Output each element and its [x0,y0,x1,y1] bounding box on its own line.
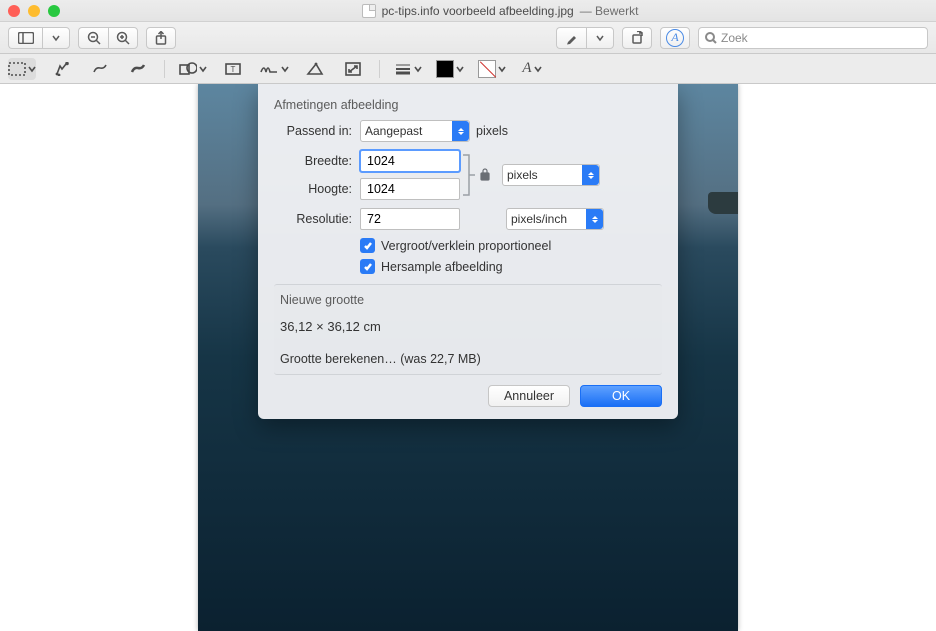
shapes-button[interactable] [179,58,207,80]
scale-proportionally-checkbox[interactable]: Vergroot/verklein proportioneel [360,238,662,253]
sidebar-dropdown-button[interactable] [42,27,70,49]
instant-alpha-button[interactable] [50,58,74,80]
minimize-window-button[interactable] [28,5,40,17]
resize-dialog: Afmetingen afbeelding Passend in: Aangep… [258,84,678,419]
resample-label: Hersample afbeelding [381,260,503,274]
dimension-unit-select[interactable]: pixels [502,164,600,186]
window-title-status: — Bewerkt [580,4,639,18]
adjust-size-button[interactable] [341,58,365,80]
fit-into-select[interactable]: Aangepast [360,120,470,142]
resolution-label: Resolutie: [282,212,352,226]
resolution-unit-select[interactable]: pixels/inch [506,208,604,230]
image-content[interactable]: Afmetingen afbeelding Passend in: Aangep… [198,84,738,631]
border-color-button[interactable] [436,58,464,80]
sign-button[interactable] [259,58,289,80]
new-size-label: Nieuwe grootte [280,293,656,307]
width-label: Breedte: [282,154,352,168]
main-toolbar: A Zoek [0,22,936,54]
window-title-filename: pc-tips.info voorbeeld afbeelding.jpg [382,4,574,18]
zoom-out-button[interactable] [78,27,108,49]
search-icon [705,32,717,44]
lock-icon [478,167,494,183]
line-style-button[interactable] [394,58,422,80]
sketch-tool-button[interactable] [88,58,112,80]
dimensions-section-label: Afmetingen afbeelding [274,98,662,112]
height-input[interactable] [360,178,460,200]
search-field[interactable]: Zoek [698,27,928,49]
highlight-button[interactable] [556,27,586,49]
text-style-button[interactable]: A [520,58,544,80]
search-placeholder: Zoek [721,31,748,45]
fill-color-button[interactable] [478,58,506,80]
sidebar-toggle-button[interactable] [8,27,42,49]
zoom-in-button[interactable] [108,27,138,49]
ok-button[interactable]: OK [580,385,662,407]
dimension-link-bracket [460,150,478,200]
text-tool-button[interactable]: T [221,58,245,80]
new-size-section: Nieuwe grootte 36,12 × 36,12 cm Grootte … [274,284,662,375]
height-label: Hoogte: [282,182,352,196]
scale-proportionally-label: Vergroot/verklein proportioneel [381,239,551,253]
image-canvas: Afmetingen afbeelding Passend in: Aangep… [0,84,936,631]
adjust-color-button[interactable] [303,58,327,80]
cancel-button[interactable]: Annuleer [488,385,570,407]
share-button[interactable] [146,27,176,49]
close-window-button[interactable] [8,5,20,17]
markup-icon: A [666,29,684,47]
markup-toolbar: T A [0,54,936,84]
file-icon [362,4,376,18]
zoom-window-button[interactable] [48,5,60,17]
selection-tool-button[interactable] [8,58,36,80]
resample-checkbox[interactable]: Hersample afbeelding [360,259,662,274]
markup-toggle-button[interactable]: A [660,27,690,49]
draw-tool-button[interactable] [126,58,150,80]
fit-into-label: Passend in: [282,124,352,138]
fit-unit-label: pixels [476,124,508,138]
calculating-size-label: Grootte berekenen… (was 22,7 MB) [280,352,481,366]
rotate-button[interactable] [622,27,652,49]
window-titlebar: pc-tips.info voorbeeld afbeelding.jpg — … [0,0,936,22]
resolution-input[interactable] [360,208,460,230]
svg-text:T: T [231,65,236,74]
highlight-dropdown-button[interactable] [586,27,614,49]
width-input[interactable] [360,150,460,172]
new-size-value: 36,12 × 36,12 cm [280,319,656,334]
